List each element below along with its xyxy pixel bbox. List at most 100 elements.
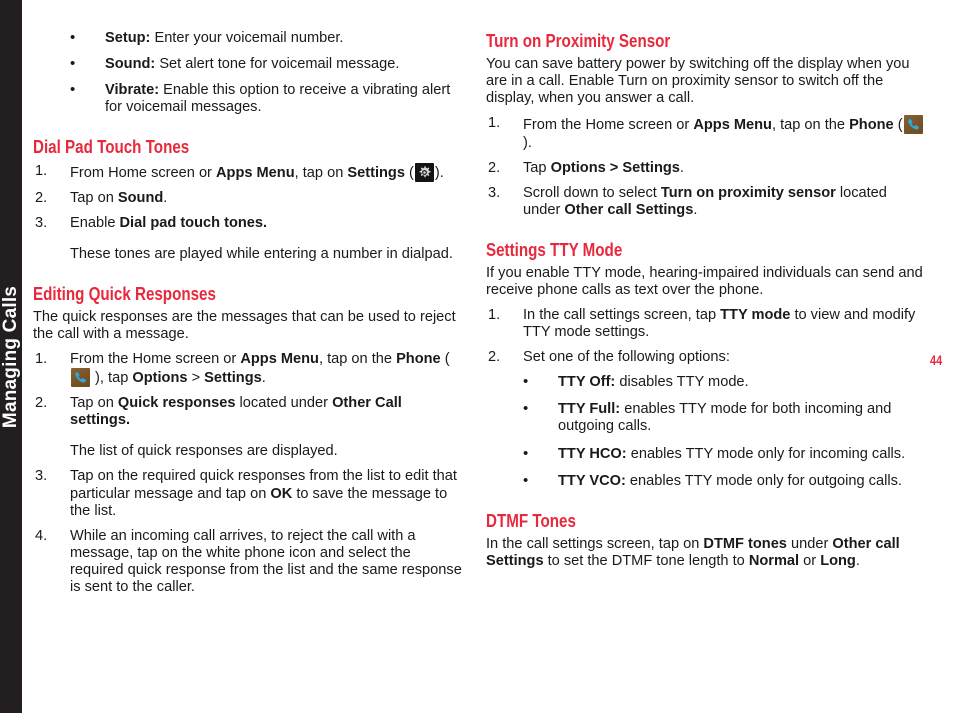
step-text: , tap on — [294, 164, 348, 181]
list-item: 2. Set one of the following options: — [486, 349, 928, 366]
step-bold: Settings — [347, 164, 405, 181]
list-item-number: 4. — [35, 527, 48, 544]
list-item-number: 3. — [488, 184, 501, 201]
step-bold: Quick responses — [117, 395, 236, 412]
dtmf-text: or — [799, 552, 821, 569]
list-item: • TTY HCO: enables TTY mode only for inc… — [486, 445, 928, 463]
list-item-text: Set alert tone for voicemail message. — [155, 56, 400, 73]
list-item-text: enables TTY mode only for outgoing calls… — [625, 472, 902, 489]
step-note: These tones are played while entering a … — [33, 246, 465, 263]
step-text: . — [163, 189, 168, 206]
step-text: Tap — [523, 159, 551, 176]
right-column: Turn on Proximity Sensor You can save ba… — [486, 30, 928, 578]
dtmf-paragraph: In the call settings screen, tap on DTMF… — [486, 536, 928, 570]
step-text: Tap on — [70, 395, 118, 412]
list-item-text: Enter your voicemail number. — [150, 30, 344, 46]
section-heading-quick-responses: Editing Quick Responses — [33, 282, 216, 304]
list-item: • TTY Off: disables TTY mode. — [486, 373, 928, 391]
step-note-text: These tones are played while entering a … — [70, 245, 453, 262]
list-item: • Vibrate: Enable this option to receive… — [33, 81, 465, 116]
step-bold: Phone — [849, 117, 894, 134]
list-item-term: TTY Full: — [558, 401, 621, 418]
list-item-term: TTY Off: — [558, 374, 616, 391]
list-item-term: TTY VCO: — [558, 472, 626, 489]
step-text: Scroll down to select — [523, 184, 661, 201]
dtmf-text: to set the DTMF tone length to — [543, 552, 749, 569]
list-item-term: TTY HCO: — [558, 445, 627, 462]
step-bold: Apps Menu — [693, 117, 772, 134]
list-item-text: enables TTY mode only for incoming calls… — [626, 445, 906, 462]
list-item-number: 1. — [35, 351, 48, 368]
step-bold: Apps Menu — [240, 351, 319, 368]
step-bold: Options > Settings — [550, 159, 680, 176]
list-item: 2. Tap on Sound. — [33, 190, 465, 207]
step-text: > — [187, 370, 205, 387]
list-item-number: 1. — [488, 307, 501, 324]
settings-gear-icon — [414, 162, 434, 182]
page-number: 44 — [930, 352, 943, 368]
list-item: 1. From the Home screen or Apps Menu, ta… — [33, 351, 465, 388]
step-text: , tap on the — [318, 351, 397, 368]
step-bold: TTY mode — [720, 307, 791, 324]
step-bold: Phone — [396, 351, 441, 368]
tty-intro: If you enable TTY mode, hearing-impaired… — [486, 265, 923, 299]
step-bold: Options — [132, 370, 188, 387]
voicemail-options-list: • Setup: Enter your voicemail number. • … — [33, 29, 465, 116]
step-bold: Other call Settings — [564, 201, 694, 218]
list-item: 1. In the call settings screen, tap TTY … — [486, 307, 928, 341]
step-text: From the Home screen or — [70, 351, 241, 368]
section-heading-proximity-sensor: Turn on Proximity Sensor — [486, 30, 671, 51]
list-item: 3. Enable Dial pad touch tones. — [33, 215, 465, 232]
bullet-icon: • — [70, 81, 76, 99]
step-text: Enable — [70, 214, 120, 231]
list-item-term: Sound: — [105, 56, 156, 73]
proximity-intro: You can save battery power by switching … — [486, 56, 910, 107]
step-bold: Sound — [117, 189, 164, 206]
list-item-number: 2. — [488, 159, 501, 176]
list-item: 2. Tap Options > Settings. — [486, 160, 928, 177]
step-text: Set one of the following options: — [523, 349, 730, 366]
step-text: From Home screen or — [70, 164, 216, 181]
list-item-number: 3. — [35, 468, 48, 485]
phone-handset-icon — [71, 368, 90, 388]
list-item: 3. Tap on the required quick responses f… — [33, 468, 465, 519]
dtmf-text: under — [786, 535, 833, 552]
list-item-text: disables TTY mode. — [615, 374, 749, 391]
bullet-icon: • — [523, 471, 529, 489]
list-item: 3. Scroll down to select Turn on proximi… — [486, 185, 928, 219]
list-item-number: 1. — [35, 162, 48, 179]
list-item-number: 2. — [488, 349, 501, 366]
bullet-icon: • — [523, 373, 529, 391]
tty-options-list: • TTY Off: disables TTY mode. • TTY Full… — [486, 373, 928, 489]
step-note-text: The list of quick responses are displaye… — [70, 443, 338, 460]
step-text: ( — [893, 117, 903, 134]
dtmf-bold: Long — [820, 552, 856, 569]
step-text: Tap on — [70, 189, 118, 206]
dtmf-text: . — [855, 552, 860, 569]
list-item: 1. From Home screen or Apps Menu, tap on… — [33, 162, 465, 182]
section-heading-tty-mode: Settings TTY Mode — [486, 238, 623, 260]
list-item: 4. While an incoming call arrives, to re… — [33, 528, 465, 596]
step-text: located under — [235, 395, 333, 412]
bullet-icon: • — [70, 55, 76, 73]
list-item: • Setup: Enter your voicemail number. — [33, 29, 465, 47]
list-item-number: 1. — [488, 115, 501, 132]
list-item-number: 3. — [35, 214, 48, 231]
dtmf-bold: DTMF tones — [703, 535, 787, 552]
list-item: 2. Tap on Quick responses located under … — [33, 395, 465, 429]
step-text: ). — [523, 134, 532, 151]
step-text: ( — [404, 164, 414, 181]
list-item: • Sound: Set alert tone for voicemail me… — [33, 55, 465, 73]
manual-page: • Setup: Enter your voicemail number. • … — [0, 0, 965, 713]
step-text: ( — [440, 351, 450, 368]
step-text: ). — [434, 164, 444, 181]
step-text: , tap on the — [771, 117, 850, 134]
list-item-number: 2. — [35, 395, 48, 412]
step-bold: Dial pad touch tones. — [119, 214, 268, 231]
dtmf-bold: Normal — [748, 552, 800, 569]
step-bold: Turn on proximity sensor — [660, 184, 836, 201]
dtmf-text: In the call settings screen, tap on — [486, 535, 704, 552]
section-heading-dtmf-tones: DTMF Tones — [486, 509, 576, 531]
list-item-number: 2. — [35, 189, 48, 206]
step-text: While an incoming call arrives, to rejec… — [70, 527, 462, 595]
